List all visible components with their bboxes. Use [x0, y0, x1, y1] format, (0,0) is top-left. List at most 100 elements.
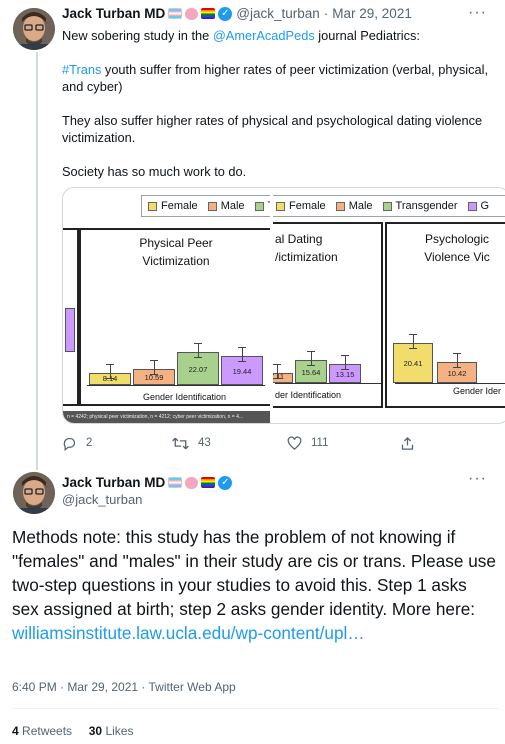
error-bar-cap: [194, 343, 202, 344]
tweet-text: Methods note: this study has the problem…: [12, 527, 496, 619]
tweet-body: New sobering study in the @AmerAcadPeds …: [62, 27, 492, 197]
author-avatar[interactable]: [13, 8, 55, 50]
text-span: New sobering study in the: [62, 28, 213, 43]
error-bar: [110, 365, 111, 379]
likes-stat[interactable]: 30 Likes: [89, 724, 134, 738]
trans-flag-icon: [168, 477, 183, 488]
error-bar: [457, 354, 458, 368]
legend-swatch: [207, 201, 217, 211]
retweet-icon: [172, 437, 189, 449]
tweet-header: Jack Turban MD ✓: [62, 475, 233, 490]
text-span: youth suffer from higher rates of peer v…: [62, 62, 489, 94]
retweets-stat[interactable]: 4 Retweets: [12, 724, 72, 738]
avatar-image: [13, 8, 55, 50]
bar-value-label: 10.42: [447, 368, 467, 378]
legend-swatch: [335, 201, 345, 211]
reply-icon: [63, 437, 76, 451]
chart-title-line: Psychologic: [424, 232, 490, 246]
hashtag-link[interactable]: #Trans: [62, 62, 101, 77]
legend-label: Female: [161, 200, 198, 212]
error-bar: [345, 356, 346, 370]
legend-label: Female: [289, 200, 326, 212]
error-bar-cap: [194, 357, 202, 358]
legend-label: Male: [220, 200, 245, 212]
heart-icon: [287, 435, 302, 450]
chart-title-line: Violence Vic: [424, 250, 490, 264]
author-name[interactable]: Jack Turban MD: [62, 6, 165, 21]
author-name[interactable]: Jack Turban MD: [62, 475, 165, 490]
verified-badge-icon: ✓: [218, 6, 233, 21]
error-bar-cap: [341, 369, 349, 370]
error-bar-cap: [307, 351, 315, 352]
legend-item: Transgender: [382, 200, 458, 212]
x-axis-label: Gender Identification: [143, 392, 227, 402]
tweet-date[interactable]: Mar 29, 2021: [332, 6, 412, 21]
reply-button[interactable]: 2: [62, 436, 92, 451]
bar-value-label: 20.41: [403, 359, 423, 368]
author-handle[interactable]: @jack_turban: [62, 492, 142, 507]
legend-item: Male: [335, 200, 373, 212]
tweet-paragraph-4: Society has so much work to do.: [62, 164, 247, 179]
chart-legend: Female Male Tr: [141, 195, 270, 217]
legend-item: Tr: [254, 200, 270, 212]
legend-swatch: [254, 201, 264, 211]
retweet-count: 43: [198, 437, 211, 449]
retweet-button[interactable]: 43: [172, 436, 211, 451]
retweets-label: Retweets: [22, 724, 73, 738]
error-bar-cap: [150, 374, 158, 375]
author-handle[interactable]: @jack_turban: [236, 6, 320, 21]
error-bar-cap: [453, 367, 461, 368]
mention-link[interactable]: @AmerAcadPeds: [213, 28, 315, 43]
legend-swatch: [276, 201, 285, 211]
chart-panel-partial: [63, 228, 79, 406]
error-bar: [277, 365, 278, 379]
more-options-icon[interactable]: ···: [468, 4, 487, 22]
share-button[interactable]: [400, 436, 424, 451]
tweet-stats: 4 Retweets 30 Likes: [12, 724, 133, 738]
chart-panel-psychological: Psychologic Violence Vic 20.41 10.42 Gend…: [385, 222, 505, 408]
tweet-body: Methods note: this study has the problem…: [12, 525, 498, 645]
x-axis-label: der Identification: [275, 390, 342, 400]
chart-title-line: /ictimization: [275, 250, 338, 264]
chart-title-line: al Dating: [275, 232, 323, 246]
rainbow-flag-icon: [201, 477, 216, 488]
error-bar-cap: [238, 347, 246, 348]
bar-value-label: 19.44: [232, 366, 252, 376]
tweet-timestamp[interactable]: 6:40 PM · Mar 29, 2021 · Twitter Web App: [12, 680, 236, 694]
chart-bar: [65, 308, 75, 352]
external-link[interactable]: williamsinstitute.law.ucla.edu/wp-conten…: [12, 623, 365, 643]
legend-label: Tr: [268, 200, 270, 212]
media-image-right[interactable]: Female Male Transgender G al Dating /ict…: [273, 188, 505, 423]
plot-area: 7.1115.6413.15: [273, 324, 381, 384]
bar-value-label: 22.07: [188, 364, 208, 374]
error-bar: [413, 335, 414, 349]
error-bar: [198, 344, 199, 358]
tweet-paragraph-3: They also suffer higher rates of physica…: [62, 113, 483, 145]
media-card[interactable]: Female Male Tr Physical Peer Victimizati…: [62, 187, 505, 424]
chart-title: Psychologic Violence Vic: [397, 230, 505, 266]
more-options-icon[interactable]: ···: [468, 470, 487, 488]
like-count: 111: [311, 437, 329, 449]
error-bar-cap: [150, 360, 158, 361]
legend-swatch: [467, 201, 477, 211]
brain-icon: [185, 476, 199, 489]
retweets-count: 4: [12, 724, 19, 738]
share-icon: [401, 436, 414, 450]
error-bar-cap: [409, 334, 417, 335]
legend-item: Female: [276, 200, 326, 212]
chart-title-line: Physical Peer: [139, 236, 213, 250]
divider: [12, 708, 499, 709]
like-button[interactable]: 111: [287, 435, 329, 451]
error-bar-cap: [106, 378, 114, 379]
error-bar-cap: [238, 361, 246, 362]
error-bar: [242, 348, 243, 362]
author-avatar[interactable]: [13, 472, 55, 514]
error-bar-cap: [273, 364, 281, 365]
chart-legend: Female Male Transgender G: [273, 195, 505, 217]
media-image-left[interactable]: Female Male Tr Physical Peer Victimizati…: [63, 188, 271, 423]
plot-area: 8.1410.5922.0719.44: [87, 294, 265, 386]
tweet-header: Jack Turban MD ✓ @jack_turban · Mar 29, …: [62, 6, 412, 21]
verified-badge-icon: ✓: [218, 475, 233, 490]
legend-label: Transgender: [395, 200, 458, 212]
legend-item: G: [467, 200, 489, 212]
